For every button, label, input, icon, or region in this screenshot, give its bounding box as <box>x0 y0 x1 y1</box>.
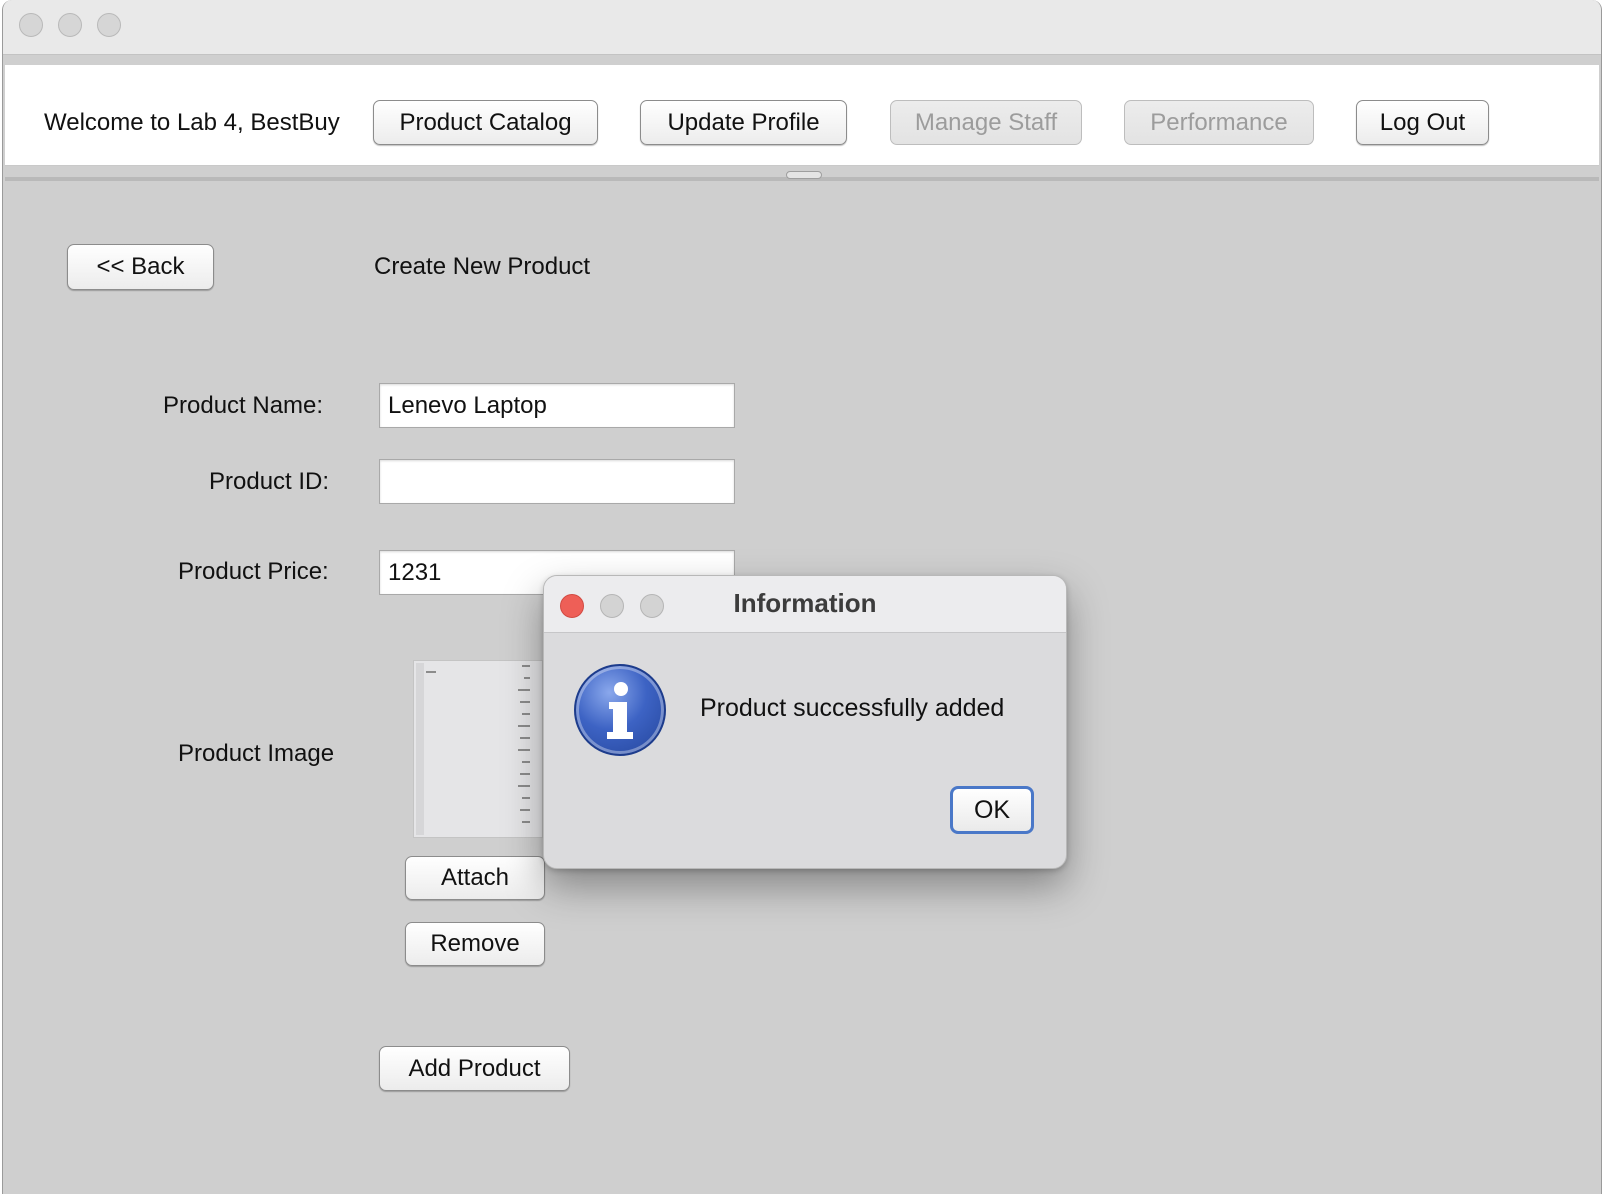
remove-button[interactable]: Remove <box>405 922 545 966</box>
information-dialog: Information Product successfully added O… <box>543 575 1067 869</box>
product-id-label: Product ID: <box>209 468 330 495</box>
window-close-button[interactable] <box>19 13 43 37</box>
top-navigation-panel: Welcome to Lab 4, BestBuy Product Catalo… <box>5 65 1599 166</box>
product-price-label: Product Price: <box>178 558 329 585</box>
product-image-thumbnail <box>413 660 543 838</box>
window-minimize-button[interactable] <box>58 13 82 37</box>
dialog-message: Product successfully added <box>700 694 1005 722</box>
window-zoom-button[interactable] <box>97 13 121 37</box>
app-window: Welcome to Lab 4, BestBuy Product Catalo… <box>2 0 1602 1194</box>
welcome-label: Welcome to Lab 4, BestBuy <box>44 109 340 136</box>
update-profile-button[interactable]: Update Profile <box>640 100 847 145</box>
product-name-field[interactable] <box>379 383 735 428</box>
back-button[interactable]: << Back <box>67 244 214 290</box>
product-id-field[interactable] <box>379 459 735 504</box>
dialog-titlebar: Information <box>544 576 1066 633</box>
split-pane-grip[interactable] <box>786 171 822 179</box>
product-image-label: Product Image <box>178 740 335 767</box>
product-name-label: Product Name: <box>163 392 324 419</box>
info-icon <box>574 664 666 756</box>
dialog-title: Information <box>733 588 877 618</box>
log-out-button[interactable]: Log Out <box>1356 100 1489 145</box>
ok-button[interactable]: OK <box>950 786 1034 834</box>
performance-button[interactable]: Performance <box>1124 100 1314 145</box>
attach-button[interactable]: Attach <box>405 856 545 900</box>
product-catalog-button[interactable]: Product Catalog <box>373 100 598 145</box>
page-title: Create New Product <box>374 253 591 280</box>
window-titlebar <box>3 0 1601 55</box>
manage-staff-button[interactable]: Manage Staff <box>890 100 1082 145</box>
add-product-button[interactable]: Add Product <box>379 1046 570 1091</box>
